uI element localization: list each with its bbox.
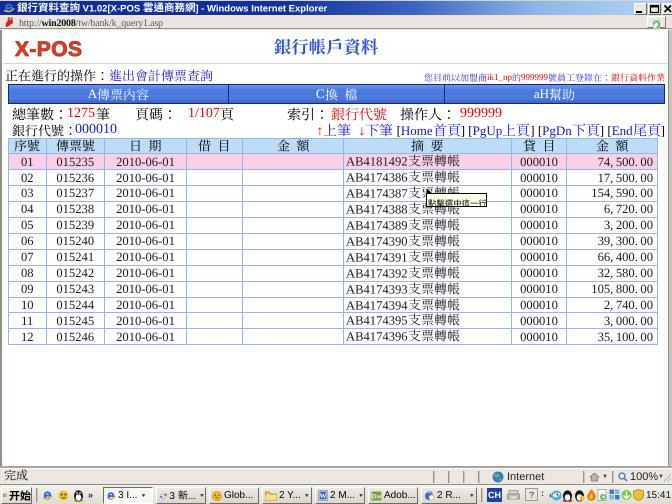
svg-text:W: W [320,492,327,500]
svg-text:Dw: Dw [372,493,382,500]
